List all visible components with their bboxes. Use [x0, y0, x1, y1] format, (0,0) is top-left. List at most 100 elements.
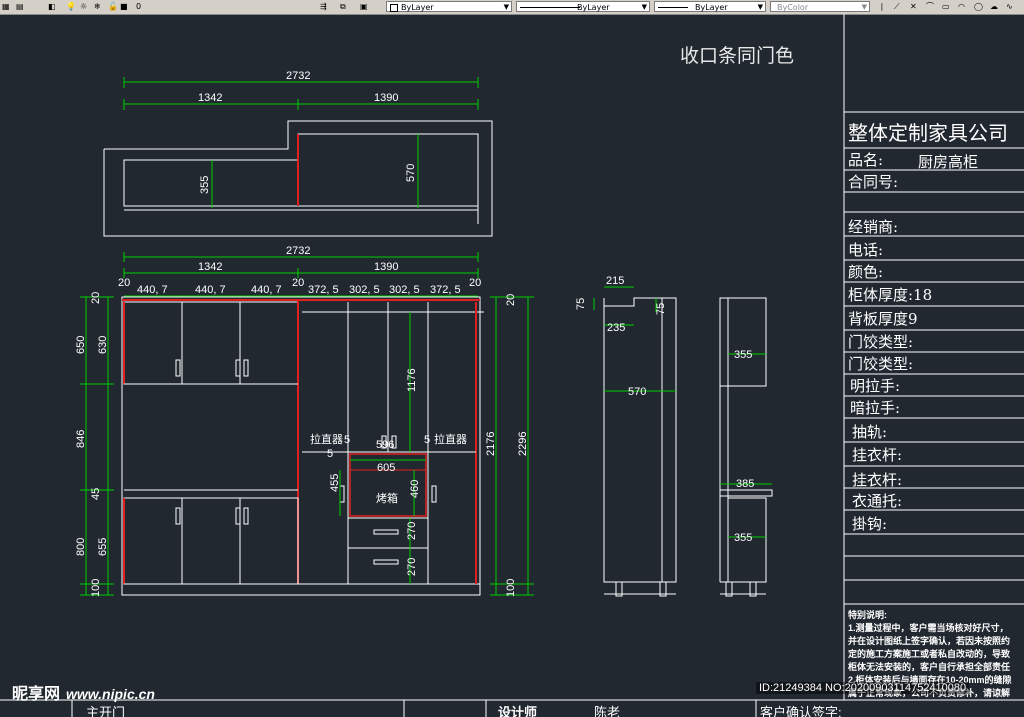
footer-designer-name: 陈老	[594, 705, 620, 717]
dim-right-top: 1390	[374, 92, 398, 104]
dim-left-846: 846	[75, 430, 87, 448]
dim-left-630: 630	[97, 336, 109, 354]
layer-previous-icon[interactable]: ⧉	[340, 1, 346, 12]
watermark-logo: 昵享网 www.nipic.cn	[12, 680, 155, 704]
top-view-dimensions	[123, 77, 479, 208]
dim-oven-width: 605	[377, 462, 395, 474]
dim-side2-385: 385	[736, 478, 754, 490]
linetype-sample	[520, 7, 580, 8]
col-right-1: 302, 5	[349, 284, 380, 296]
dim-left-45: 45	[90, 488, 102, 500]
dim-side1-235: 235	[607, 322, 625, 334]
rectangle-tool-icon[interactable]: ▭	[942, 1, 950, 12]
construction-line-icon[interactable]: ✕	[910, 1, 917, 12]
spline-tool-icon[interactable]: ∿	[1006, 1, 1013, 12]
dim-oven-460: 460	[409, 480, 421, 498]
pull-basket-left-value: 5	[344, 434, 350, 446]
linetype-control[interactable]: ByLayer ▼	[516, 1, 650, 12]
dim-left-depth: 355	[199, 176, 211, 194]
dim-left-650: 650	[75, 336, 87, 354]
note-line-3: 柜体无法安装的，客户自行承担全部责任	[847, 661, 1010, 672]
chevron-down-icon: ▼	[503, 3, 509, 11]
dim-right-100: 100	[505, 579, 517, 597]
row-label-13: 挂衣杆:	[852, 471, 902, 489]
row-label-15: 掛钩:	[852, 515, 887, 533]
col-right-2: 302, 5	[389, 284, 420, 296]
dim-side2-355a: 355	[734, 349, 752, 361]
dim-side1-75b: 75	[655, 303, 667, 315]
revcloud-icon[interactable]: ☁	[990, 1, 998, 12]
row-label-5: 柜体厚度:18	[848, 286, 932, 304]
col-right-3: 372, 5	[430, 284, 461, 296]
chevron-down-icon: ▼	[757, 3, 763, 11]
row-value-0: 厨房高柜	[918, 153, 978, 171]
layer-iso-icon[interactable]: ▣	[360, 1, 368, 12]
watermark-brand: 昵享网	[12, 686, 61, 703]
footer-client-confirm: 客户确认签字:	[760, 705, 842, 717]
col-left-2: 440, 7	[195, 284, 226, 296]
row-label-6: 背板厚度9	[848, 310, 918, 328]
dim-right-front: 1390	[374, 261, 398, 273]
layer-number[interactable]: 0	[136, 1, 141, 12]
dim-overall-top: 2732	[286, 70, 310, 82]
row-label-11: 抽轨:	[852, 423, 887, 441]
row-label-3: 电话:	[848, 241, 883, 259]
row-label-10: 暗拉手:	[850, 399, 900, 417]
front-vertical-dimensions	[80, 296, 534, 596]
dim-side1-570: 570	[628, 386, 646, 398]
circle-tool-icon[interactable]: ◯	[974, 1, 983, 12]
row-label-0: 品名:	[848, 151, 883, 169]
dim-overall-front: 2732	[286, 245, 310, 257]
col-right-4: 20	[469, 277, 481, 289]
arc-tool-icon[interactable]: ⌒	[926, 1, 934, 12]
notes-title: 特别说明:	[848, 609, 887, 620]
dim-right-depth: 570	[405, 164, 417, 182]
chevron-down-icon: ▼	[641, 3, 647, 11]
color-control-value: ByLayer	[401, 3, 434, 12]
dim-left-655: 655	[97, 538, 109, 556]
row-label-14: 衣通托:	[852, 492, 902, 510]
dim-side1-75a: 75	[575, 298, 587, 310]
side-view-1	[603, 297, 677, 597]
line-tool-icon[interactable]: ∣	[880, 1, 884, 12]
col-right-0: 372, 5	[308, 284, 339, 296]
color-control[interactable]: ByLayer ▼	[386, 1, 512, 12]
col-left-4: 20	[292, 277, 304, 289]
top-view	[103, 120, 493, 237]
pull-basket-left-label: 拉直器	[310, 432, 343, 446]
row-label-9: 明拉手:	[850, 377, 900, 395]
side-view-1-dims	[593, 286, 676, 392]
note-title: 收口条同门色	[680, 45, 794, 67]
note-line-1: 并在设计图纸上签字确认，若因未按照约	[848, 635, 1010, 646]
layer-manager-icon[interactable]: ◧	[48, 1, 56, 12]
pull-basket-right-label: 拉直器	[434, 432, 467, 446]
freeze-icon[interactable]: ❄	[94, 1, 101, 12]
bulb-icon[interactable]: 💡	[66, 1, 76, 12]
dim-side2-355b: 355	[734, 532, 752, 544]
footer-designer-label: 设计师	[498, 705, 537, 717]
dim-left-inner-20: 20	[90, 292, 102, 304]
dim-oven-top: 596	[376, 439, 394, 451]
plotstyle-control[interactable]: ByColor ▼	[770, 1, 870, 12]
front-cabinet	[121, 296, 484, 596]
row-label-2: 经销商:	[848, 218, 898, 236]
dim-oven-455: 455	[329, 474, 341, 492]
linetype-control-value: ByLayer	[577, 3, 610, 12]
match-layer-icon[interactable]: ⇶	[320, 1, 327, 12]
layer-color-icon[interactable]: ■	[120, 1, 128, 12]
plotstyle-control-value: ByColor	[777, 3, 809, 12]
lock-icon[interactable]: 🔓	[108, 1, 118, 12]
sun-icon[interactable]: ☼	[80, 1, 87, 12]
cad-drawing-canvas[interactable]: 收口条同门色 2732 1342 1390 355 570 2732 1342 …	[0, 14, 1024, 717]
layer-props-icon[interactable]: ▤	[16, 1, 24, 12]
lineweight-sample	[658, 7, 688, 8]
image-id-tag: ID:21249384 NO:20200903114752410080	[756, 682, 970, 694]
col-left-3: 440, 7	[251, 284, 282, 296]
lineweight-control[interactable]: ByLayer ▼	[654, 1, 766, 12]
polyline-tool-icon[interactable]: ⟋	[894, 1, 900, 12]
arc-3pt-icon[interactable]: ◠	[958, 1, 965, 12]
row-label-7: 门饺类型:	[848, 333, 913, 351]
chevron-down-icon: ▼	[861, 3, 867, 11]
dim-right-20: 20	[505, 294, 517, 306]
layer-states-icon[interactable]: ▦	[2, 1, 10, 12]
